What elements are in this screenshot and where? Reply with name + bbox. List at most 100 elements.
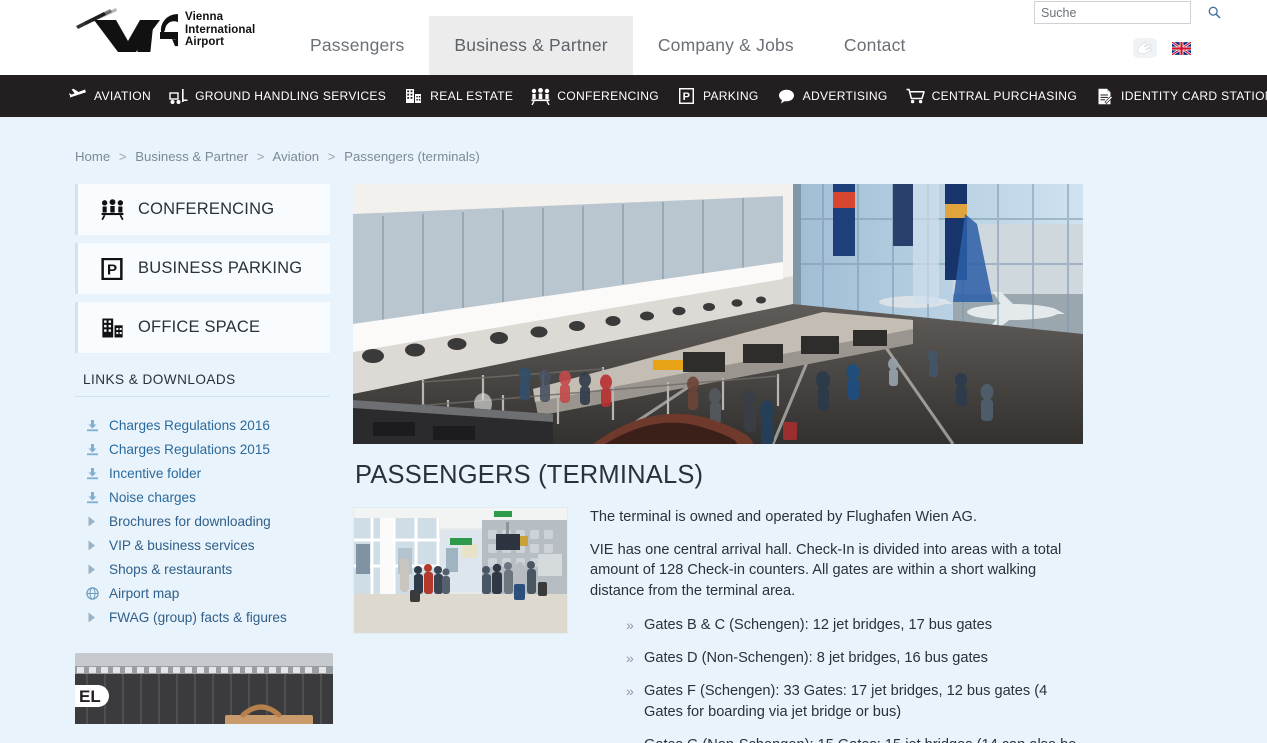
link-label: VIP & business services [109,537,255,553]
subnav-label: IDENTITY CARD STATION [1121,89,1267,103]
gates-list: Gates B & C (Schengen): 12 jet bridges, … [626,615,1083,743]
subnav-item-parking[interactable]: P PARKING [677,87,777,106]
arrow-right-icon [85,538,99,552]
link-item-vip-business-services[interactable]: VIP & business services [85,533,330,557]
search-box[interactable] [1034,1,1221,24]
secondary-navigation: AVIATION GROUND HANDLING SERVICES REAL E… [0,75,1267,117]
link-label: Brochures for downloading [109,513,271,529]
vie-logo-mark [76,8,178,52]
link-item-airport-map[interactable]: Airport map [85,581,330,605]
subnav-item-ground-handling-services[interactable]: GROUND HANDLING SERVICES [169,87,404,106]
logo-wordmark: Vienna International Airport [185,11,255,49]
link-label: Airport map [109,585,180,601]
link-item-charges-regulations-2015[interactable]: Charges Regulations 2015 [85,437,330,461]
subnav-label: GROUND HANDLING SERVICES [195,89,387,103]
search-input[interactable] [1035,2,1208,23]
link-item-fwag-facts-figures[interactable]: FWAG (group) facts & figures [85,605,330,629]
breadcrumb-item-business-partner[interactable]: Business & Partner [135,149,248,164]
subnav-label: ADVERTISING [802,89,888,103]
link-item-shops-restaurants[interactable]: Shops & restaurants [85,557,330,581]
nav-item-passengers[interactable]: Passengers [285,16,429,75]
vie-logo[interactable]: Vienna International Airport [70,8,255,52]
breadcrumb-item-home[interactable]: Home [75,149,110,164]
gates-list-item: Gates D (Non-Schengen): 8 jet bridges, 1… [626,648,1083,669]
forklift-icon [169,87,188,106]
breadcrumb-item-aviation[interactable]: Aviation [272,149,319,164]
sidebar-card-office-space[interactable]: OFFICE SPACE [75,302,330,353]
language-bar [1132,36,1191,60]
sidebar-card-business-parking[interactable]: P BUSINESS PARKING [75,243,330,294]
hero-image [353,184,1083,444]
promo-badge-text: EL [79,687,101,706]
search-icon[interactable] [1208,6,1221,19]
subnav-item-central-purchasing[interactable]: CENTRAL PURCHASING [906,87,1095,106]
paragraph-terminal-description: VIE has one central arrival hall. Check-… [590,541,1062,599]
speech-bubble-icon [777,87,796,106]
breadcrumb: Home > Business & Partner > Aviation > P… [0,117,1267,164]
links-downloads-list: Charges Regulations 2016 Charges Regulat… [75,397,330,629]
main-navigation: Passengers Business & Partner Company & … [285,16,931,75]
subnav-item-real-estate[interactable]: REAL ESTATE [404,87,531,106]
building-icon [100,316,124,340]
page-layout: CONFERENCING P BUSINESS PARKING OFFICE S… [0,164,1267,743]
arrow-right-icon [85,562,99,576]
sidebar: CONFERENCING P BUSINESS PARKING OFFICE S… [75,184,333,743]
subnav-item-conferencing[interactable]: CONFERENCING [531,87,677,106]
parking-p-icon: P [677,87,696,106]
link-label: Shops & restaurants [109,561,233,577]
subnav-label: CONFERENCING [557,89,659,103]
content-copy: The terminal is owned and operated by Fl… [590,507,1083,743]
sidebar-card-conferencing[interactable]: CONFERENCING [75,184,330,235]
nav-item-business-partner[interactable]: Business & Partner [429,16,633,75]
download-icon [85,442,99,456]
breadcrumb-separator: > [327,149,336,164]
gates-list-item: Gates B & C (Schengen): 12 jet bridges, … [626,615,1083,636]
sign-language-icon[interactable] [1132,36,1158,60]
arrow-right-icon [85,514,99,528]
content-thumbnail [353,507,568,634]
links-downloads-heading: LINKS & DOWNLOADS [75,372,330,397]
link-item-charges-regulations-2016[interactable]: Charges Regulations 2016 [85,413,330,437]
subnav-item-identity-card-station[interactable]: IDENTITY CARD STATION [1095,87,1267,106]
arrow-right-icon [85,610,99,624]
link-label: Noise charges [109,489,196,505]
content-body: The terminal is owned and operated by Fl… [353,507,1083,743]
download-icon [85,418,99,432]
terminal-check-in-hall-photo [353,184,1083,444]
link-item-brochures-for-downloading[interactable]: Brochures for downloading [85,509,330,533]
download-icon [85,490,99,504]
breadcrumb-item-passengers-terminals[interactable]: Passengers (terminals) [344,149,480,164]
promo-banner[interactable]: EL [75,653,333,724]
breadcrumb-separator: > [118,149,127,164]
subnav-item-aviation[interactable]: AVIATION [68,87,169,106]
arrival-hall-travellers-photo [354,508,567,633]
sidebar-card-label: CONFERENCING [138,200,275,218]
nav-item-company-jobs[interactable]: Company & Jobs [633,16,819,75]
sidebar-card-label: BUSINESS PARKING [138,259,303,277]
main-content: PASSENGERS (TERMINALS) The terminal is o… [353,184,1083,743]
shopping-cart-icon [906,87,925,106]
baggage-carousel-banner-image: EL [75,653,333,724]
uk-flag-icon[interactable] [1172,41,1191,55]
svg-text:P: P [683,91,691,103]
logo-line-3: Airport [185,36,225,49]
sidebar-card-label: OFFICE SPACE [138,318,261,336]
logo-line-1: Vienna [185,11,224,24]
site-header: Vienna International Airport Passengers … [0,0,1267,75]
link-label: Charges Regulations 2016 [109,417,270,433]
svg-text:P: P [107,261,117,278]
building-icon [404,87,423,106]
link-item-incentive-folder[interactable]: Incentive folder [85,461,330,485]
link-label: Charges Regulations 2015 [109,441,270,457]
document-pen-icon [1095,87,1114,106]
download-icon [85,466,99,480]
subnav-label: AVIATION [94,89,152,103]
gates-list-item: Gates F (Schengen): 33 Gates: 17 jet bri… [626,681,1083,723]
link-label: Incentive folder [109,465,202,481]
link-item-noise-charges[interactable]: Noise charges [85,485,330,509]
nav-item-contact[interactable]: Contact [819,16,931,75]
page-title: PASSENGERS (TERMINALS) [355,461,704,489]
globe-icon [85,586,99,600]
subnav-item-advertising[interactable]: ADVERTISING [777,87,906,106]
logo-line-2: International [185,23,256,36]
